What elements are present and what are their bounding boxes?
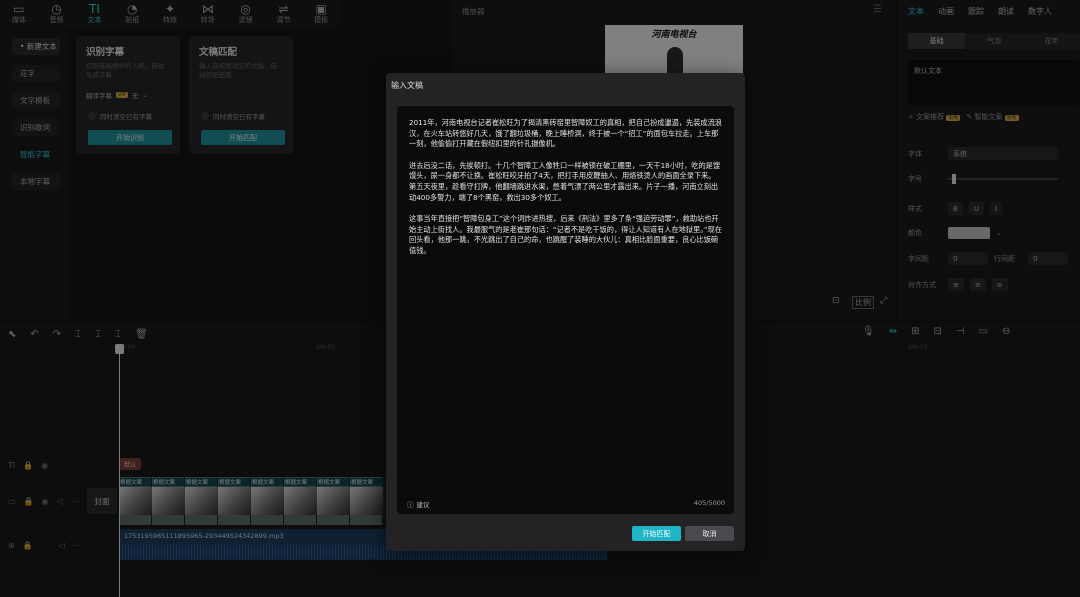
script-text: 2011年，河南电视台记者崔松旺为了揭清黑砖窑里智障奴工的真相，把自己扮成邋遢，…	[409, 118, 722, 257]
suggest-link[interactable]: ⓘ 建议	[407, 499, 430, 509]
info-icon: ⓘ	[407, 501, 414, 509]
start-match-button[interactable]: 开始匹配	[632, 526, 681, 541]
input-script-dialog: 输入文稿 2011年，河南电视台记者崔松旺为了揭清黑砖窑里智障奴工的真相，把自己…	[386, 73, 745, 551]
dialog-title: 输入文稿	[391, 81, 423, 90]
script-paragraph: 这事当年直接把“智障包身工”这个词炸进热搜，后来《刑法》里多了条“强迫劳动罪”，…	[409, 214, 722, 255]
char-count: 405/5000	[693, 499, 725, 507]
script-textarea[interactable]: 2011年，河南电视台记者崔松旺为了揭清黑砖窑里智障奴工的真相，把自己扮成邋遢，…	[397, 106, 734, 514]
suggest-label: 建议	[416, 501, 430, 509]
script-paragraph: 2011年，河南电视台记者崔松旺为了揭清黑砖窑里智障奴工的真相，把自己扮成邋遢，…	[409, 118, 722, 149]
cancel-button[interactable]: 取消	[685, 526, 734, 541]
script-paragraph: 进去后没二话，先挨顿打。十几个智障工人像牲口一样被锁在破工棚里，一天干18小时，…	[409, 160, 721, 202]
